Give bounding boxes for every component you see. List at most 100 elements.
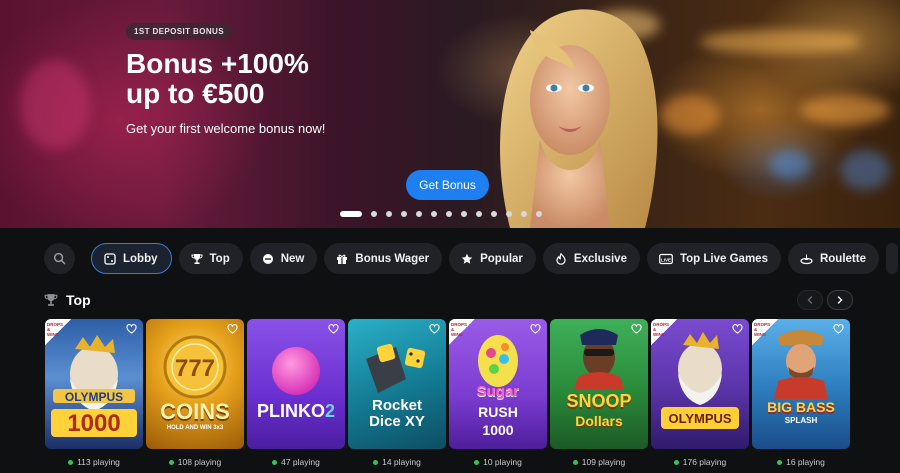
carousel-dot[interactable] bbox=[431, 211, 437, 217]
carousel-dot[interactable] bbox=[416, 211, 422, 217]
game-thumbnail[interactable]: PLINKO2 bbox=[247, 319, 345, 449]
search-button[interactable] bbox=[44, 243, 75, 274]
carousel-dot[interactable] bbox=[461, 211, 467, 217]
heart-icon[interactable] bbox=[631, 324, 642, 334]
live-indicator-icon bbox=[272, 459, 278, 465]
game-card[interactable]: Sugar RUSH 1000 DROPS & WINS 10 playing bbox=[449, 319, 547, 467]
tab-lobby[interactable]: Lobby bbox=[91, 243, 172, 274]
game-logo-subtitle: Dollars bbox=[575, 413, 623, 429]
chevron-left-icon bbox=[807, 296, 813, 304]
players-count-text: 176 playing bbox=[682, 457, 727, 467]
tab-popular[interactable]: Popular bbox=[449, 243, 536, 274]
plinko-ball-image bbox=[272, 347, 320, 395]
players-count-text: 10 playing bbox=[483, 457, 522, 467]
tab-overflow[interactable] bbox=[885, 243, 898, 274]
game-card[interactable]: PLINKO2 47 playing bbox=[247, 319, 345, 467]
heart-icon[interactable] bbox=[833, 324, 844, 334]
carousel-arrows bbox=[797, 290, 853, 310]
svg-text:777: 777 bbox=[175, 355, 215, 382]
game-card[interactable]: BIG BASS SPLASH DROPS & WINS 16 playing bbox=[752, 319, 850, 467]
scroll-left-button[interactable] bbox=[797, 290, 823, 310]
trophy-icon bbox=[191, 253, 202, 264]
hero-title: Bonus +100% up to €500 bbox=[126, 49, 386, 109]
game-card[interactable]: OLYMPUS DROPS & WINS 176 playing bbox=[651, 319, 749, 467]
top-games-row: OLYMPUS 1000 DROPS & WINS 113 playing 77… bbox=[45, 319, 850, 467]
game-card[interactable]: 777 COINS HOLD AND WIN 3x3 108 playing bbox=[146, 319, 244, 467]
game-logo-text: SNOOP bbox=[566, 391, 632, 411]
game-thumbnail[interactable]: 777 COINS HOLD AND WIN 3x3 bbox=[146, 319, 244, 449]
live-indicator-icon bbox=[373, 459, 379, 465]
game-thumbnail[interactable]: Sugar RUSH 1000 DROPS & WINS bbox=[449, 319, 547, 449]
hero-title-line1: Bonus +100% bbox=[126, 48, 309, 79]
tab-label: Top bbox=[209, 252, 230, 265]
game-logo-text: Sugar bbox=[476, 383, 520, 400]
heart-icon[interactable] bbox=[530, 324, 541, 334]
game-logo-text: Rocket bbox=[371, 397, 423, 414]
section-title: Top bbox=[66, 292, 91, 308]
chevron-right-icon bbox=[837, 296, 843, 304]
drops-wins-badge: DROPS & WINS bbox=[45, 319, 71, 345]
tab-bonus-wager[interactable]: Bonus Wager bbox=[324, 243, 443, 274]
tab-roulette[interactable]: Roulette bbox=[787, 243, 879, 274]
carousel-dot[interactable] bbox=[506, 211, 512, 217]
get-bonus-button[interactable]: Get Bonus bbox=[406, 170, 489, 200]
heart-icon[interactable] bbox=[227, 324, 238, 334]
players-count: 14 playing bbox=[348, 457, 446, 467]
carousel-dot[interactable] bbox=[371, 211, 377, 217]
carousel-dot[interactable] bbox=[401, 211, 407, 217]
carousel-pagination bbox=[340, 211, 542, 217]
live-indicator-icon bbox=[572, 459, 578, 465]
heart-icon[interactable] bbox=[328, 324, 339, 334]
bokeh-light bbox=[770, 150, 810, 180]
tab-top[interactable]: Top bbox=[178, 243, 243, 274]
carousel-dot[interactable] bbox=[340, 211, 362, 217]
new-icon bbox=[262, 253, 273, 264]
bokeh-light bbox=[800, 95, 890, 125]
players-count: 108 playing bbox=[146, 457, 244, 467]
carousel-dot[interactable] bbox=[491, 211, 497, 217]
hero-banner[interactable]: 1ST DEPOSIT BONUS Bonus +100% up to €500… bbox=[0, 0, 900, 228]
players-count: 176 playing bbox=[651, 457, 749, 467]
game-logo-number: 1000 bbox=[67, 410, 121, 437]
search-icon bbox=[53, 252, 66, 265]
scroll-right-button[interactable] bbox=[827, 290, 853, 310]
carousel-dot[interactable] bbox=[521, 211, 527, 217]
game-thumbnail[interactable]: SNOOP Dollars bbox=[550, 319, 648, 449]
carousel-dot[interactable] bbox=[536, 211, 542, 217]
players-count-text: 14 playing bbox=[382, 457, 421, 467]
carousel-dot[interactable] bbox=[386, 211, 392, 217]
heart-icon[interactable] bbox=[126, 324, 137, 334]
tab-exclusive[interactable]: Exclusive bbox=[542, 243, 640, 274]
game-thumbnail[interactable]: OLYMPUS DROPS & WINS bbox=[651, 319, 749, 449]
tab-label: Exclusive bbox=[573, 252, 627, 265]
game-card[interactable]: SNOOP Dollars 109 playing bbox=[550, 319, 648, 467]
drops-wins-badge: DROPS & WINS bbox=[449, 319, 475, 345]
players-count-text: 109 playing bbox=[581, 457, 626, 467]
tab-new[interactable]: New bbox=[249, 243, 318, 274]
heart-icon[interactable] bbox=[429, 324, 440, 334]
game-thumbnail[interactable]: OLYMPUS 1000 DROPS & WINS bbox=[45, 319, 143, 449]
carousel-dot[interactable] bbox=[446, 211, 452, 217]
live-indicator-icon bbox=[68, 459, 74, 465]
hero-title-line2: up to €500 bbox=[126, 78, 265, 109]
game-card[interactable]: OLYMPUS 1000 DROPS & WINS 113 playing bbox=[45, 319, 143, 467]
game-logo-text: OLYMPUS bbox=[668, 411, 732, 426]
players-count: 113 playing bbox=[45, 457, 143, 467]
players-count-text: 113 playing bbox=[77, 457, 120, 467]
game-logo-text: BIG BASS bbox=[767, 399, 835, 415]
live-indicator-icon bbox=[168, 459, 174, 465]
game-logo-subtitle: SPLASH bbox=[784, 416, 818, 425]
live-indicator-icon bbox=[474, 459, 480, 465]
game-thumbnail[interactable]: Rocket Dice XY bbox=[348, 319, 446, 449]
players-count: 16 playing bbox=[752, 457, 850, 467]
game-logo-subtitle: RUSH 1000 bbox=[478, 404, 518, 438]
tab-top-live-games[interactable]: LIVE Top Live Games bbox=[646, 243, 781, 274]
game-card[interactable]: Rocket Dice XY 14 playing bbox=[348, 319, 446, 467]
heart-icon[interactable] bbox=[732, 324, 743, 334]
star-icon bbox=[461, 253, 473, 264]
game-logo-text: OLYMPUS bbox=[64, 390, 124, 404]
players-count-text: 47 playing bbox=[281, 457, 320, 467]
game-thumbnail[interactable]: BIG BASS SPLASH DROPS & WINS bbox=[752, 319, 850, 449]
carousel-dot[interactable] bbox=[476, 211, 482, 217]
trophy-icon bbox=[44, 294, 58, 306]
